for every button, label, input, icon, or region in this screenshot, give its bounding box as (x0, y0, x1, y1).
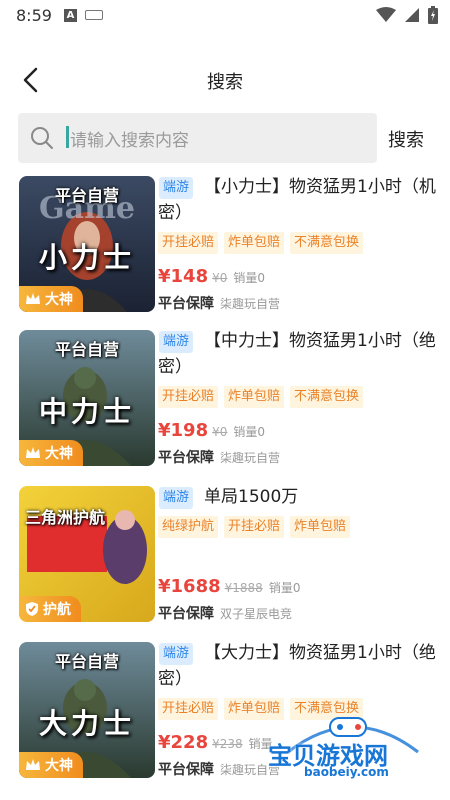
page-title: 搜索 (207, 72, 243, 93)
search-button[interactable]: 搜索 (388, 126, 424, 152)
badge-label: 护航 (43, 602, 71, 618)
guarantee-row: 平台保障 柒趣玩自营 (158, 447, 448, 467)
notification-a-icon: A (63, 8, 77, 22)
status-time: 8:59 (16, 5, 52, 25)
crown-icon (26, 293, 40, 304)
price-row: ¥1688 ¥1888 销量0 (158, 576, 448, 597)
sales-count: 销量0 (233, 271, 266, 285)
product-info: 端游 单局1500万 纯绿护航 开挂必赔 炸单包赔 ¥1688 ¥1888 销量… (158, 482, 448, 623)
watermark-url: baobeiy.com (304, 765, 389, 779)
original-price: ¥0 (212, 271, 228, 285)
thumbnail-top-label: 平台自营 (54, 652, 119, 671)
product-title: 单局1500万 (204, 487, 299, 507)
service-tag: 纯绿护航 (158, 516, 219, 538)
search-placeholder: 请输入搜索内容 (70, 131, 189, 151)
badge-label: 大神 (45, 758, 73, 774)
guarantee-row: 平台保障 双子星辰电竞 (158, 603, 448, 623)
thumbnail-title: 中力士 (38, 395, 135, 428)
badge-label: 大神 (45, 292, 73, 308)
original-price: ¥1888 (224, 581, 263, 595)
original-price: ¥238 (212, 737, 243, 751)
service-tag: 炸单包赔 (290, 516, 351, 538)
text-caret (66, 126, 69, 148)
title-row: 端游 【大力士】物资猛男1小时（绝密） (158, 638, 448, 692)
service-tag: 炸单包赔 (224, 386, 285, 408)
seller-name: 柒趣玩自营 (220, 451, 281, 465)
service-tag: 开挂必赔 (158, 232, 219, 254)
crown-icon (26, 759, 40, 770)
platform-tag: 端游 (159, 177, 194, 199)
guarantee-label: 平台保障 (158, 296, 214, 312)
guarantee-label: 平台保障 (158, 450, 214, 466)
thumbnail-top-label: 三角洲护航 (25, 508, 106, 527)
site-watermark: 宝贝游戏网 baobeiy.com (268, 712, 438, 782)
badge-dashen: 大神 (19, 286, 83, 312)
cell-signal-icon (405, 8, 419, 22)
sales-count: 销量0 (268, 581, 301, 595)
battery-icon (428, 6, 438, 24)
thumbnail-title: 小力士 (38, 241, 135, 274)
product-title: 【小力士】物资猛男1小时（机密） (158, 177, 436, 223)
original-price: ¥0 (212, 425, 228, 439)
platform-tag: 端游 (159, 487, 194, 509)
keyboard-icon (84, 10, 103, 20)
badge-dashen: 大神 (19, 440, 83, 466)
guarantee-label: 平台保障 (158, 606, 214, 622)
title-row: 端游 【中力士】物资猛男1小时（绝密） (158, 326, 448, 380)
badge-dashen: 大神 (19, 752, 83, 778)
seller-name: 双子星辰电竞 (220, 607, 293, 621)
thumbnail-title: 大力士 (38, 707, 135, 740)
product-thumbnail: Game 平台自营 小力士 大神 (19, 176, 155, 312)
seller-name: 柒趣玩自营 (220, 297, 281, 311)
price-row: ¥198 ¥0 销量0 (158, 420, 448, 441)
result-card[interactable]: 三角洲护航 护航 端游 单局1500万 纯绿护航 开挂必赔 炸单包赔 ¥1688… (0, 482, 450, 627)
product-thumbnail: 平台自营 大力士 大神 (19, 642, 155, 778)
service-tag: 开挂必赔 (158, 698, 219, 720)
service-tags: 纯绿护航 开挂必赔 炸单包赔 (158, 516, 448, 538)
product-thumbnail: 三角洲护航 护航 (19, 486, 155, 622)
header: 搜索 (0, 58, 450, 102)
guarantee-row: 平台保障 柒趣玩自营 (158, 293, 448, 313)
crown-icon (26, 447, 40, 458)
service-tag: 不满意包换 (290, 232, 364, 254)
title-row: 端游 【小力士】物资猛男1小时（机密） (158, 172, 448, 226)
title-row: 端游 单局1500万 (158, 482, 448, 510)
status-bar: 8:59 A (0, 0, 450, 30)
sales-count: 销量0 (233, 425, 266, 439)
result-card[interactable]: Game 平台自营 小力士 大神 端游 【小力士】物资猛男1小时（机密） 开挂必… (0, 172, 450, 317)
product-info: 端游 【小力士】物资猛男1小时（机密） 开挂必赔 炸单包赔 不满意包换 ¥148… (158, 172, 448, 313)
service-tag: 不满意包换 (290, 386, 364, 408)
price: ¥228 (158, 732, 209, 753)
result-card[interactable]: 平台自营 中力士 大神 端游 【中力士】物资猛男1小时（绝密） 开挂必赔 炸单包… (0, 326, 450, 471)
service-tags: 开挂必赔 炸单包赔 不满意包换 (158, 232, 448, 254)
price: ¥148 (158, 266, 209, 287)
thumbnail-top-label: 平台自营 (54, 186, 119, 205)
price-row: ¥148 ¥0 销量0 (158, 266, 448, 287)
service-tags: 开挂必赔 炸单包赔 不满意包换 (158, 386, 448, 408)
badge-huhang: 护航 (19, 596, 81, 622)
wifi-icon (376, 7, 396, 22)
thumbnail-top-label: 平台自营 (54, 340, 119, 359)
status-icons (376, 6, 438, 24)
platform-tag: 端游 (159, 331, 194, 353)
service-tag: 开挂必赔 (224, 516, 285, 538)
platform-tag: 端游 (159, 643, 194, 665)
price: ¥1688 (158, 576, 221, 597)
product-title: 【中力士】物资猛男1小时（绝密） (158, 331, 436, 377)
badge-label: 大神 (45, 446, 73, 462)
product-title: 【大力士】物资猛男1小时（绝密） (158, 643, 436, 689)
product-thumbnail: 平台自营 中力士 大神 (19, 330, 155, 466)
service-tag: 炸单包赔 (224, 232, 285, 254)
search-icon (31, 127, 53, 149)
product-info: 端游 【中力士】物资猛男1小时（绝密） 开挂必赔 炸单包赔 不满意包换 ¥198… (158, 326, 448, 467)
guarantee-label: 平台保障 (158, 762, 214, 778)
service-tag: 开挂必赔 (158, 386, 219, 408)
shield-check-icon (26, 602, 38, 616)
price: ¥198 (158, 420, 209, 441)
